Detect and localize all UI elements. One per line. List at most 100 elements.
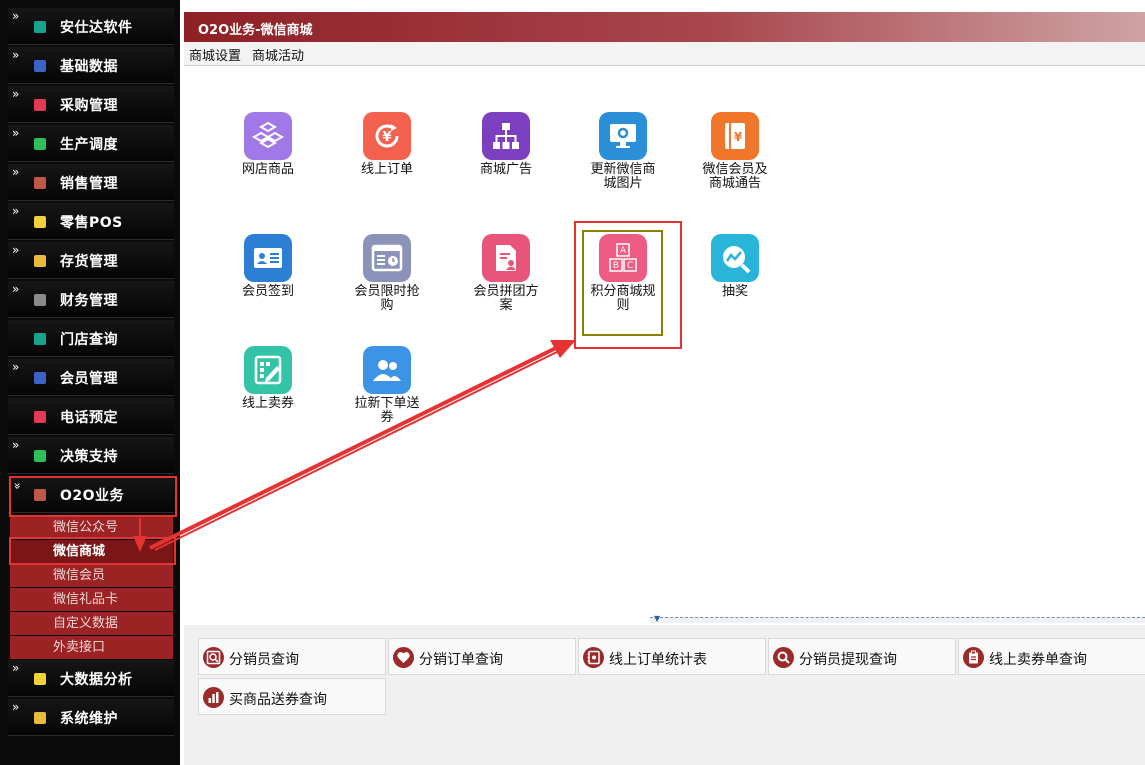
tile-update-mall-images[interactable]: 更新微信商城图片 [578,112,668,191]
sidebar-item-label: 基础数据 [60,59,118,75]
query-distributor[interactable]: 分销员查询 [198,638,386,675]
tile-label: 抽奖 [721,284,748,299]
module-icon [34,255,46,267]
o2o-submenu: 微信公众号 微信商城 微信会员 微信礼品卡 自定义数据 外卖接口 [10,516,173,660]
tile-label: 会员签到 [241,284,294,299]
sidebar-item-big-data[interactable]: » 大数据分析 [8,660,174,697]
module-icon [34,450,46,462]
chevron-right-icon: » [12,282,20,296]
query-online-order-stats[interactable]: 线上订单统计表 [578,638,766,675]
sidebar-item-anshida[interactable]: » 安仕达软件 [8,8,174,45]
heart-icon [393,647,414,668]
query-label: 分销员查询 [229,652,299,668]
window-title: O2O业务-微信商城 [198,23,313,38]
tile-label: 线上订单 [360,162,413,177]
window-titlebar: O2O业务-微信商城 [184,12,1145,42]
module-icon [34,333,46,345]
module-icon [34,712,46,724]
tile-label: 积分商城规则 [590,284,656,313]
query-distributor-withdrawals[interactable]: 分销员提现查询 [768,638,956,675]
sidebar-item-sales[interactable]: » 销售管理 [8,164,174,201]
submenu-item-wechat-member[interactable]: 微信会员 [10,564,173,587]
query-online-coupon-sales[interactable]: 线上卖券单查询 [958,638,1145,675]
sidebar-item-purchasing[interactable]: » 采购管理 [8,86,174,123]
module-icon [34,177,46,189]
chevron-down-icon: » [10,482,25,490]
notebook-icon [583,647,604,668]
tile-lottery[interactable]: 抽奖 [690,234,780,299]
tile-label: 商城广告 [479,162,532,177]
tile-mall-ads[interactable]: 商城广告 [461,112,551,177]
sidebar-item-retail-pos[interactable]: » 零售POS [8,203,174,240]
timer-board-icon [363,234,411,282]
tile-points-mall-rules[interactable]: ABC 积分商城规则 [578,234,668,313]
sidebar-item-label: 系统维护 [60,711,118,727]
tile-online-products[interactable]: 网店商品 [223,112,313,177]
module-icon [34,294,46,306]
yen-book-icon: ¥ [711,112,759,160]
tile-member-notices[interactable]: ¥ 微信会员及商城通告 [690,112,780,191]
sidebar-item-store-query[interactable]: 门店查询 [8,320,174,357]
sidebar-item-system[interactable]: » 系统维护 [8,699,174,736]
users-icon [363,346,411,394]
submenu-item-wechat-gift-card[interactable]: 微信礼品卡 [10,588,173,611]
sidebar-item-production[interactable]: » 生产调度 [8,125,174,162]
svg-text:¥: ¥ [382,130,391,145]
sidebar-item-decision-support[interactable]: » 决策支持 [8,437,174,474]
module-icon [34,21,46,33]
monitor-gear-icon [599,112,647,160]
module-icon [34,489,46,501]
sidebar-item-label: 销售管理 [60,176,118,192]
sidebar-item-label: 零售POS [60,215,123,231]
query-label: 买商品送券查询 [229,692,327,708]
sidebar-item-label: 大数据分析 [60,672,133,688]
sidebar: » 安仕达软件 » 基础数据 » 采购管理 » 生产调度 » 销售管理 » 零售… [0,0,180,765]
submenu-item-wechat-mall[interactable]: 微信商城 [10,540,173,563]
panel-splitter[interactable]: ▼ [650,614,1145,623]
query-label: 线上卖券单查询 [989,652,1087,668]
chevron-right-icon: » [12,204,20,218]
chevron-right-icon: » [12,48,20,62]
chevron-right-icon: » [12,661,20,675]
function-panel: 网店商品 ¥ 线上订单 商城广告 更新微信商城图片 ¥ 微信会员及商城通告 会员… [184,66,1145,622]
module-icon [34,673,46,685]
svg-text:B: B [613,261,619,271]
query-purchase-gift-coupon[interactable]: 买商品送券查询 [198,678,386,715]
tile-online-coupon-sales[interactable]: 线上卖券 [223,346,313,411]
search-icon [773,647,794,668]
tile-label: 微信会员及商城通告 [702,162,768,191]
sidebar-item-basic-data[interactable]: » 基础数据 [8,47,174,84]
id-card-icon [244,234,292,282]
submenu-item-custom-data[interactable]: 自定义数据 [10,612,173,635]
query-label: 分销员提现查询 [799,652,897,668]
clipboard-icon [963,647,984,668]
sidebar-item-finance[interactable]: » 财务管理 [8,281,174,318]
tile-member-checkin[interactable]: 会员签到 [223,234,313,299]
abc-blocks-icon: ABC [599,234,647,282]
menu-mall-settings[interactable]: 商城设置 [189,45,241,64]
tile-label: 线上卖券 [241,396,294,411]
tile-member-group-buy[interactable]: 会员拼团方案 [461,234,551,313]
tile-label: 会员限时抢购 [354,284,420,313]
sidebar-item-inventory[interactable]: » 存货管理 [8,242,174,279]
quick-query-panel: 分销员查询 分销订单查询 线上订单统计表 分销员提现查询 线上卖券单查询 买商品… [184,625,1145,765]
svg-text:C: C [627,261,633,271]
sidebar-item-members[interactable]: » 会员管理 [8,359,174,396]
grid-edit-icon [244,346,292,394]
tile-referral-coupon[interactable]: 拉新下单送券 [342,346,432,425]
module-icon [34,411,46,423]
menu-mall-activities[interactable]: 商城活动 [252,45,304,64]
chevron-right-icon: » [12,700,20,714]
query-label: 分销订单查询 [419,652,503,668]
sidebar-item-o2o[interactable]: » O2O业务 [8,476,174,513]
org-chart-icon [482,112,530,160]
query-distribution-orders[interactable]: 分销订单查询 [388,638,576,675]
svg-text:¥: ¥ [734,130,743,144]
tile-member-flash-sale[interactable]: 会员限时抢购 [342,234,432,313]
chart-search-icon [711,234,759,282]
module-icon [34,372,46,384]
sidebar-item-phone-booking[interactable]: 电话预定 [8,398,174,435]
submenu-item-takeout-api[interactable]: 外卖接口 [10,636,173,659]
submenu-item-wechat-official[interactable]: 微信公众号 [10,516,173,539]
tile-online-orders[interactable]: ¥ 线上订单 [342,112,432,177]
